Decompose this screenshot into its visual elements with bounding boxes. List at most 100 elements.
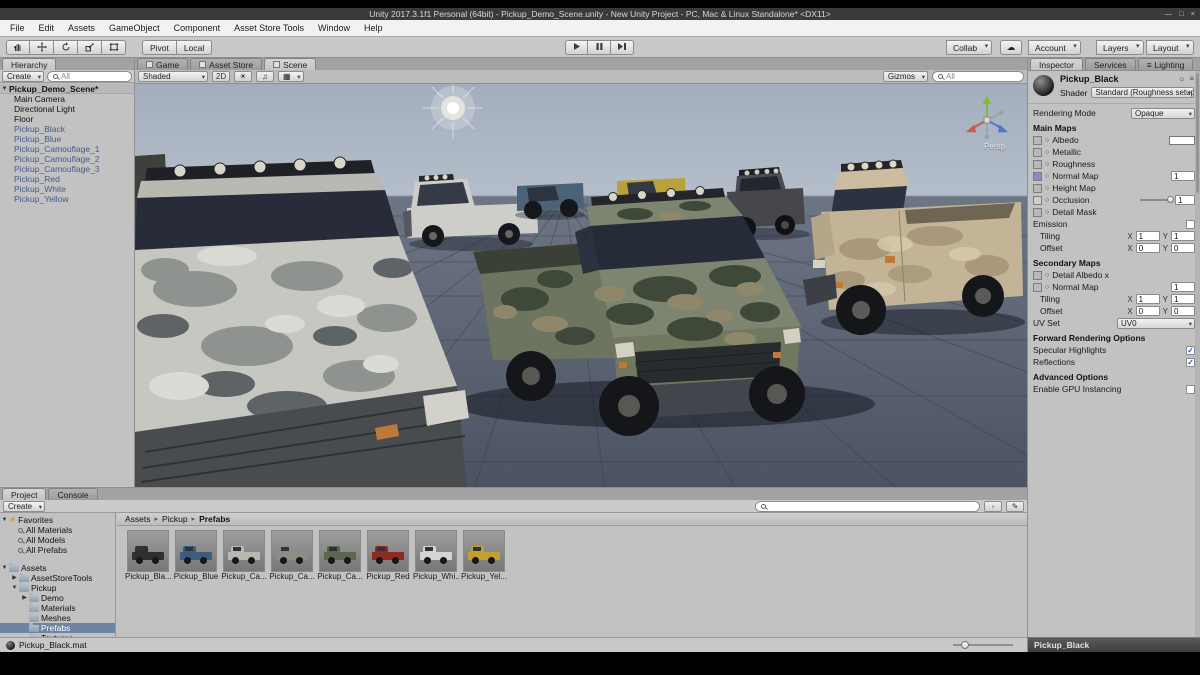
scene-effects-dropdown[interactable]: ▦ <box>278 71 304 82</box>
texture-slot-icon[interactable] <box>1033 171 1042 181</box>
favorites-all-prefabs[interactable]: All Prefabs <box>0 545 115 555</box>
gizmos-dropdown[interactable]: Gizmos <box>882 71 928 82</box>
hierarchy-item-pickup-camouflage-3[interactable]: Pickup_Camouflage_3 <box>0 164 134 174</box>
asset-pickup-yellow[interactable]: Pickup_Yel... <box>461 530 507 581</box>
albedo-color-swatch[interactable] <box>1169 135 1195 145</box>
texture-slot-icon[interactable] <box>1033 282 1042 292</box>
panel-menu-icon[interactable]: ≡ <box>1189 74 1194 83</box>
assets-root-folder[interactable]: ▼ Assets <box>0 562 115 573</box>
maximize-button[interactable]: □ <box>1179 8 1184 20</box>
main-offset-x-field[interactable]: 0 <box>1135 243 1160 253</box>
texture-slot-icon[interactable] <box>1033 270 1042 280</box>
favorites-root[interactable]: ▼ ★ Favorites <box>0 515 115 525</box>
account-dropdown[interactable]: Account <box>1028 40 1081 55</box>
rotate-tool-button[interactable] <box>54 40 78 55</box>
target-circle-icon[interactable]: ○ <box>1045 149 1049 156</box>
shader-dropdown[interactable]: Standard (Roughness setup) <box>1091 87 1194 98</box>
metallic-row[interactable]: ○ Metallic <box>1028 146 1200 158</box>
specular-highlights-checkbox[interactable]: ✓ <box>1186 345 1195 355</box>
asset-pickup-camouflage-2[interactable]: Pickup_Ca... <box>269 530 315 581</box>
target-circle-icon[interactable]: ○ <box>1045 197 1049 204</box>
secondary-tiling-x-field[interactable]: 1 <box>1135 294 1160 304</box>
normal-map-strength-field[interactable]: 1 <box>1171 171 1195 181</box>
breadcrumb-assets[interactable]: Assets <box>125 514 151 524</box>
scene-lighting-toggle[interactable]: ☀ <box>234 71 252 82</box>
tab-hierarchy[interactable]: Hierarchy <box>2 58 57 70</box>
target-circle-icon[interactable]: ○ <box>1045 137 1049 144</box>
minimize-button[interactable]: — <box>1165 8 1173 20</box>
pause-button[interactable] <box>588 40 611 55</box>
menu-edit[interactable]: Edit <box>32 20 62 36</box>
asset-pickup-white[interactable]: Pickup_Whi... <box>413 530 459 581</box>
rendering-mode-dropdown[interactable]: Opaque <box>1131 107 1195 119</box>
normal-map-row[interactable]: ○ Normal Map 1 <box>1028 170 1200 182</box>
inspector-scrollbar[interactable] <box>1195 71 1200 637</box>
hierarchy-item-directional-light[interactable]: Directional Light <box>0 104 134 114</box>
menu-asset-store-tools[interactable]: Asset Store Tools <box>227 20 311 36</box>
scene-orientation-gizmo[interactable] <box>959 90 1015 146</box>
menu-window[interactable]: Window <box>311 20 357 36</box>
tab-game[interactable]: Game <box>137 58 189 70</box>
hierarchy-item-main-camera[interactable]: Main Camera <box>0 94 134 104</box>
secondary-offset-y-field[interactable]: 0 <box>1171 306 1195 316</box>
menu-assets[interactable]: Assets <box>61 20 102 36</box>
secondary-offset-x-field[interactable]: 0 <box>1135 306 1160 316</box>
hierarchy-search-input[interactable]: All <box>47 70 132 82</box>
cloud-icon[interactable]: ☁ <box>1000 40 1022 55</box>
hierarchy-scene-root[interactable]: ▼ Pickup_Demo_Scene* <box>0 84 134 94</box>
main-tiling-y-field[interactable]: 1 <box>1171 231 1195 241</box>
asset-pickup-black[interactable]: Pickup_Bla... <box>125 530 171 581</box>
search-by-type-button[interactable]: ◦ <box>984 500 1002 512</box>
reflections-checkbox[interactable]: ✓ <box>1186 357 1195 367</box>
uv-set-dropdown[interactable]: UV0 <box>1117 317 1195 329</box>
gizmo-persp-label[interactable]: Persp <box>984 142 1005 151</box>
asset-pickup-blue[interactable]: Pickup_Blue <box>173 530 219 581</box>
gear-icon[interactable]: ☼ <box>1178 74 1185 83</box>
close-button[interactable]: × <box>1191 8 1195 20</box>
main-offset-y-field[interactable]: 0 <box>1171 243 1195 253</box>
layout-dropdown[interactable]: Layout <box>1146 40 1194 55</box>
emission-row[interactable]: Emission <box>1028 218 1200 230</box>
move-tool-button[interactable] <box>30 40 54 55</box>
hierarchy-item-pickup-camouflage-2[interactable]: Pickup_Camouflage_2 <box>0 154 134 164</box>
project-search-input[interactable] <box>755 500 980 512</box>
tab-lighting[interactable]: ≡ Lighting <box>1137 58 1194 70</box>
target-circle-icon[interactable]: ○ <box>1045 185 1049 192</box>
rect-tool-button[interactable] <box>102 40 126 55</box>
tab-inspector[interactable]: Inspector <box>1030 58 1083 70</box>
target-circle-icon[interactable]: ○ <box>1045 209 1049 216</box>
hierarchy-create-button[interactable]: Create <box>2 70 45 82</box>
tab-services[interactable]: Services <box>1084 58 1136 70</box>
asset-pickup-camouflage-3[interactable]: Pickup_Ca... <box>317 530 363 581</box>
occlusion-slider[interactable] <box>1140 196 1174 203</box>
breadcrumb-prefabs[interactable]: Prefabs <box>199 514 230 524</box>
scale-tool-button[interactable] <box>78 40 102 55</box>
hierarchy-item-floor[interactable]: Floor <box>0 114 134 124</box>
foldout-icon[interactable]: ▼ <box>0 84 9 94</box>
menu-help[interactable]: Help <box>357 20 390 36</box>
secondary-tiling-y-field[interactable]: 1 <box>1171 294 1195 304</box>
step-button[interactable] <box>611 40 634 55</box>
tab-scene[interactable]: Scene <box>264 58 317 70</box>
texture-slot-icon[interactable] <box>1033 195 1042 205</box>
draw-mode-dropdown[interactable]: Shaded <box>138 71 208 82</box>
occlusion-row[interactable]: ○ Occlusion 1 <box>1028 194 1200 206</box>
material-preview-header[interactable]: Pickup_Black <box>1028 637 1200 652</box>
hierarchy-item-pickup-black[interactable]: Pickup_Black <box>0 124 134 134</box>
2d-toggle-button[interactable]: 2D <box>212 71 230 82</box>
target-circle-icon[interactable]: ○ <box>1045 173 1049 180</box>
layers-dropdown[interactable]: Layers <box>1096 40 1144 55</box>
main-tiling-x-field[interactable]: 1 <box>1135 231 1160 241</box>
menu-file[interactable]: File <box>3 20 32 36</box>
hand-tool-button[interactable] <box>6 40 30 55</box>
favorites-all-materials[interactable]: All Materials <box>0 525 115 535</box>
folder-pickup[interactable]: ▼ Pickup <box>0 582 115 593</box>
folder-meshes[interactable]: Meshes <box>0 612 115 623</box>
texture-slot-icon[interactable] <box>1033 207 1042 217</box>
collab-dropdown[interactable]: Collab <box>946 40 993 55</box>
height-map-row[interactable]: ○ Height Map <box>1028 182 1200 194</box>
target-circle-icon[interactable]: ○ <box>1045 284 1049 291</box>
thumbnail-size-slider[interactable] <box>953 641 1013 649</box>
breadcrumb-pickup[interactable]: Pickup <box>162 514 188 524</box>
menu-gameobject[interactable]: GameObject <box>102 20 167 36</box>
